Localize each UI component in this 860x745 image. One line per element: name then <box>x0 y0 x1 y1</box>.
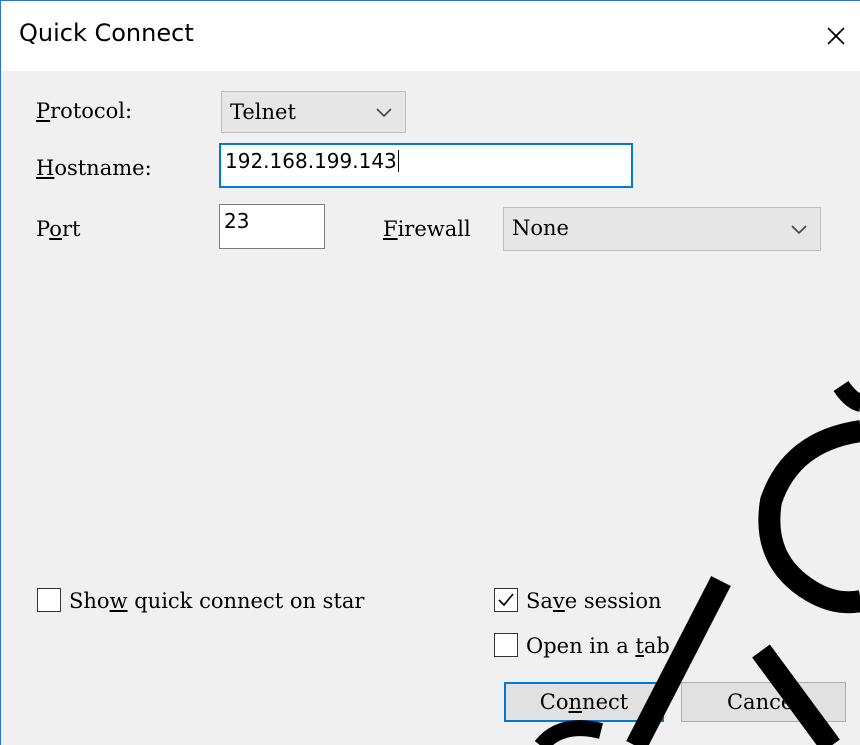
hostname-input[interactable]: 192.168.199.143 <box>219 143 633 188</box>
hostname-value: 192.168.199.143 <box>225 149 397 173</box>
protocol-select[interactable]: Telnet <box>221 91 406 133</box>
title-bar: Quick Connect <box>1 1 860 71</box>
firewall-label: Firewall <box>383 217 471 241</box>
checkmark-icon <box>498 593 514 607</box>
port-label: Port <box>36 217 81 241</box>
show-quick-connect-label[interactable]: Show quick connect on star <box>69 589 364 613</box>
connect-button[interactable]: Co n nect <box>504 682 664 722</box>
chevron-down-icon <box>791 225 807 235</box>
open-in-tab-checkbox[interactable] <box>494 633 518 657</box>
window-title: Quick Connect <box>19 19 194 47</box>
chevron-down-icon <box>376 108 392 118</box>
port-input[interactable]: 23 <box>219 204 325 249</box>
protocol-value: Telnet <box>230 100 296 124</box>
open-in-tab-label[interactable]: Open in a tab <box>526 634 670 658</box>
save-session-checkbox[interactable] <box>494 588 518 612</box>
close-icon <box>827 27 845 45</box>
cancel-button[interactable]: Cancel <box>681 682 846 722</box>
close-button[interactable] <box>819 19 853 53</box>
text-caret <box>397 150 399 172</box>
save-session-label[interactable]: Save session <box>526 589 662 613</box>
firewall-value: None <box>512 216 569 240</box>
quick-connect-dialog: Quick Connect Protocol: Telnet Hostname:… <box>0 0 860 745</box>
show-quick-connect-checkbox[interactable] <box>37 588 61 612</box>
hostname-label: Hostname: <box>36 156 152 180</box>
firewall-select[interactable]: None <box>503 207 821 251</box>
protocol-label: Protocol: <box>36 99 133 123</box>
port-value: 23 <box>224 209 250 233</box>
